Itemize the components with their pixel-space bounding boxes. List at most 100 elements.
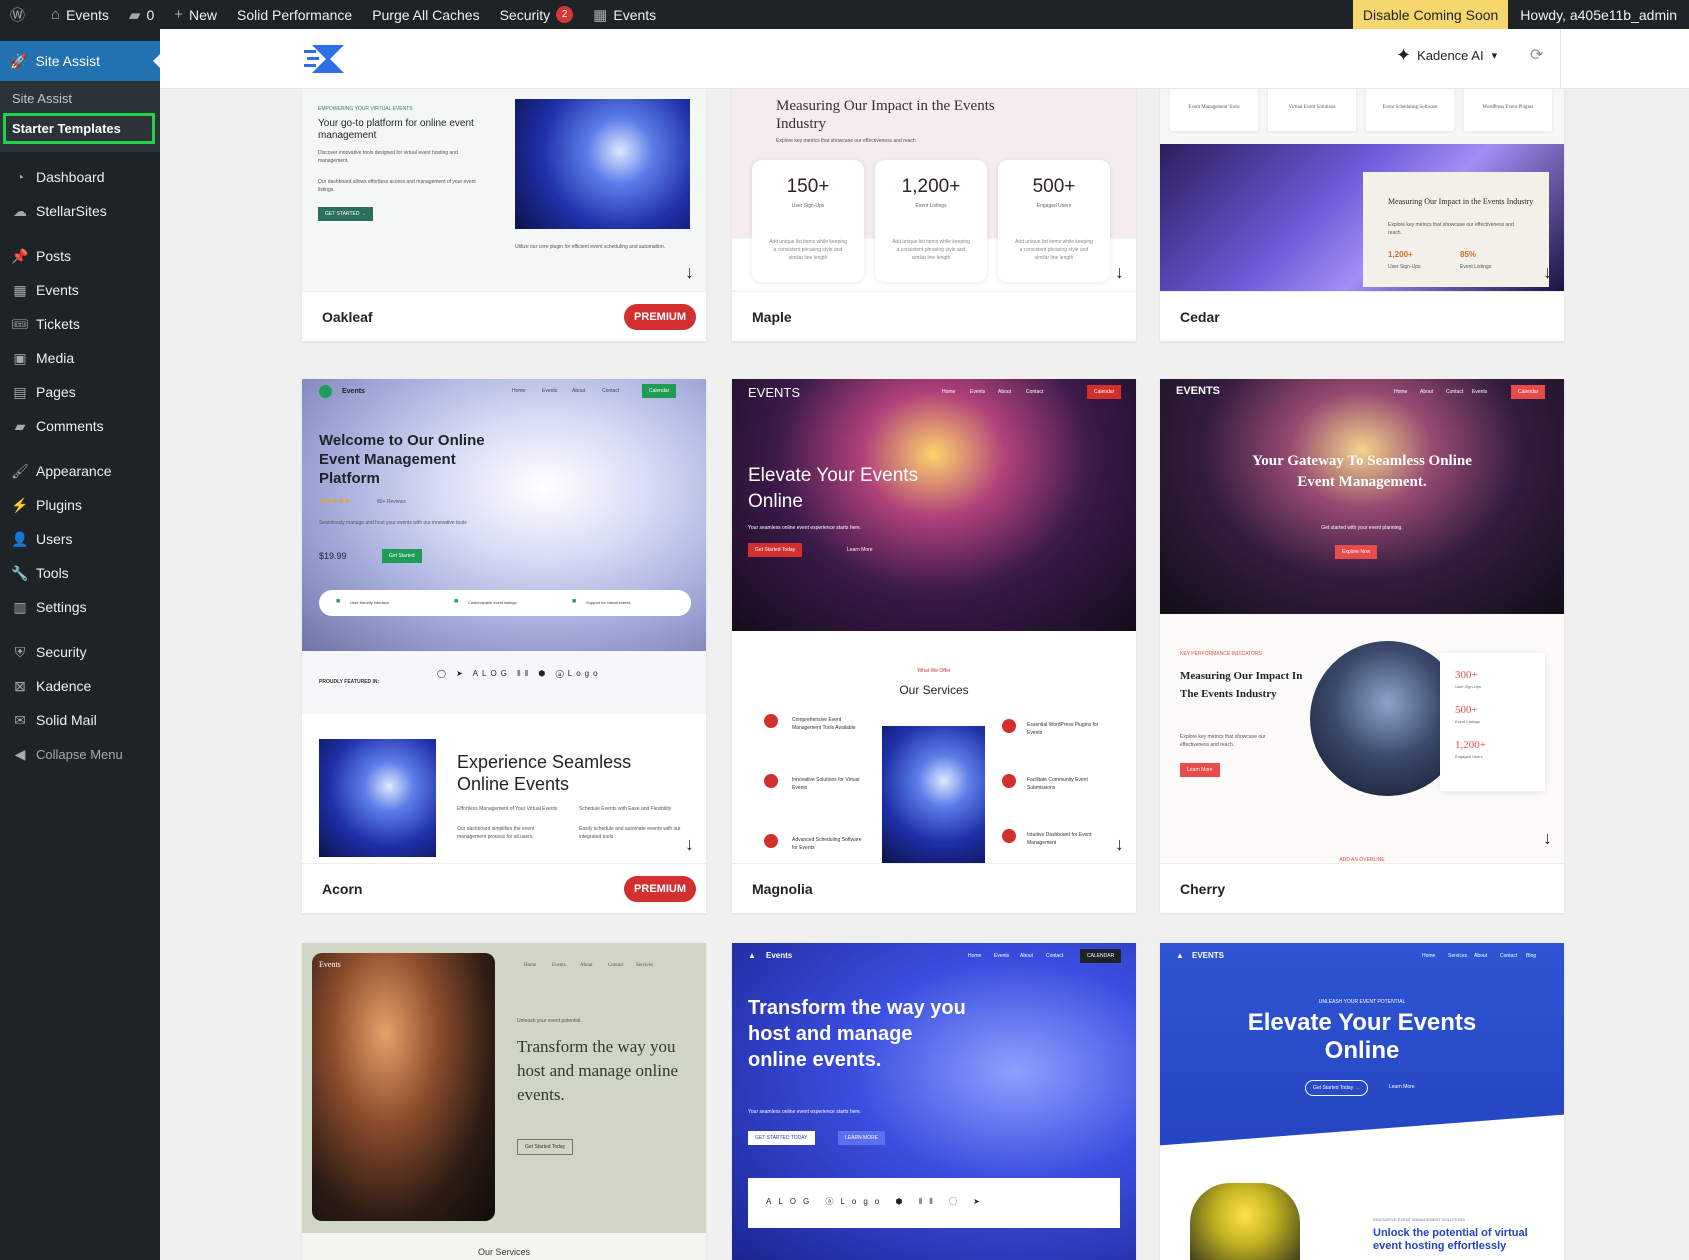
comments-link[interactable]: ▰ 0 <box>119 0 164 29</box>
service-item: Innovative Solutions for Virtual Events <box>792 777 860 791</box>
preview-cta: Get Started Today <box>517 1139 574 1155</box>
brand-logo-icon <box>319 385 332 398</box>
menu-item-posts[interactable]: 📌 Posts <box>0 239 160 273</box>
preview-body: Seamlessly manage and host your events w… <box>319 520 467 526</box>
solid-performance-link[interactable]: Solid Performance <box>227 0 362 29</box>
nav-link: About <box>1020 953 1034 959</box>
collapse-menu-button[interactable]: ◀ Collapse Menu <box>0 737 160 771</box>
menu-label: Settings <box>36 599 87 615</box>
preview-cta: GET STARTED → <box>318 207 373 221</box>
template-preview[interactable]: Event Management Tools Virtual Event Solu… <box>1160 89 1564 291</box>
partner-logos-icon: ALOG ⓐLogo ⬢ ⦀⦀ ◯ ➤ <box>766 1197 987 1206</box>
preview-cta-secondary: Learn More <box>847 547 873 553</box>
menu-item-kadence[interactable]: ⊠ Kadence <box>0 669 160 703</box>
solid-performance-label: Solid Performance <box>237 6 353 23</box>
menu-item-settings[interactable]: ▥ Settings <box>0 590 160 624</box>
nav-link: Events <box>994 953 1010 959</box>
template-preview[interactable]: Events Home Events About Contact Calendar W… <box>302 379 706 863</box>
template-preview[interactable]: Measuring Our Impact in the Events Indus… <box>732 89 1136 291</box>
disable-coming-soon-button[interactable]: Disable Coming Soon <box>1352 0 1509 29</box>
submenu-site-assist[interactable]: Site Assist <box>0 87 160 110</box>
service-item: Essential WordPress Plugins for Events <box>1027 722 1099 736</box>
preview-body: Discover innovative tools designed for v… <box>318 150 458 164</box>
user-account-menu[interactable]: Howdy, a405e11b_admin <box>1508 0 1689 29</box>
template-preview[interactable]: EMPOWERING YOUR VIRTUAL EVENTS Your go-t… <box>302 89 706 291</box>
stat-label: Engaged Users <box>1036 203 1072 209</box>
nav-link: Contact <box>1046 953 1064 959</box>
menu-site-assist[interactable]: 🚀 Site Assist <box>0 41 160 81</box>
template-card-magnolia[interactable]: EVENTS Home Events About Contact Calendar E… <box>732 379 1136 913</box>
home-icon: ⌂ <box>51 6 61 23</box>
menu-item-appearance[interactable]: 🖌 Appearance <box>0 454 160 488</box>
preview-headline: Your go-to platform for online event man… <box>318 118 474 141</box>
site-name-link[interactable]: ⌂ Events <box>41 0 119 29</box>
arrow-down-icon: ↓ <box>1543 828 1552 848</box>
wordpress-logo[interactable]: Ⓦ <box>0 0 41 29</box>
preview-image <box>515 99 690 229</box>
menu-item-comments[interactable]: ▰ Comments <box>0 409 160 443</box>
events-link[interactable]: ▦ Events <box>583 0 666 29</box>
template-card-row3-1[interactable]: Events Home Events About Contact Services Un… <box>302 943 706 1260</box>
template-card-acorn[interactable]: Events Home Events About Contact Calendar W… <box>302 379 706 913</box>
pin-icon: 📌 <box>11 247 29 264</box>
template-card-row3-2[interactable]: ▲ Events Home Events About Contact CALENDAR… <box>732 943 1136 1260</box>
template-card-cedar[interactable]: Event Management Tools Virtual Event Solu… <box>1160 89 1564 341</box>
column-title: Effortless Management of Your Virtual Ev… <box>457 806 558 812</box>
stat-value: 1,200+ <box>1455 739 1486 751</box>
menu-item-users[interactable]: 👤 Users <box>0 522 160 556</box>
service-icon <box>1002 774 1016 788</box>
menu-item-plugins[interactable]: ⚡ Plugins <box>0 488 160 522</box>
stat-label: User Sign-Ups <box>791 203 825 209</box>
nav-link: Contact <box>602 388 620 394</box>
nav-link: Services <box>1448 953 1468 959</box>
template-card-maple[interactable]: Measuring Our Impact in the Events Indus… <box>732 89 1136 341</box>
preview-headline: Your Gateway To Seamless Online Event Ma… <box>1252 453 1472 490</box>
stellarsites-icon: ☁ <box>13 202 27 219</box>
card-footer: Magnolia <box>732 863 1136 913</box>
menu-separator <box>0 443 160 454</box>
template-preview[interactable]: Events Home Events About Contact Services Un… <box>302 943 706 1260</box>
purge-caches-link[interactable]: Purge All Caches <box>362 0 489 29</box>
nav-link: Events <box>552 963 566 968</box>
preview-eyebrow: EMPOWERING YOUR VIRTUAL EVENTS <box>318 106 413 112</box>
menu-label: Solid Mail <box>36 712 97 728</box>
page-icon: ▤ <box>13 383 27 400</box>
kadence-ai-dropdown[interactable]: ✦ Kadence AI ▾ <box>1396 45 1497 66</box>
menu-item-dashboard[interactable]: ◔ Dashboard <box>0 160 160 194</box>
template-preview[interactable]: ▲ EVENTS Home Services About Contact Blog UN… <box>1160 943 1564 1260</box>
kadence-icon: ⊠ <box>14 677 26 694</box>
menu-item-security[interactable]: ⛨ Security <box>0 635 160 669</box>
icon-card-label: Event Scheduling Software <box>1382 105 1438 110</box>
template-grid: EMPOWERING YOUR VIRTUAL EVENTS Your go-t… <box>160 89 1689 1260</box>
menu-item-media[interactable]: ▣ Media <box>0 341 160 375</box>
refresh-icon[interactable]: ⟳ <box>1530 45 1543 65</box>
template-preview[interactable]: EVENTS Home About Contact Events Calendar Y… <box>1160 379 1564 863</box>
new-content-link[interactable]: + New <box>164 0 227 29</box>
preview-brand: EVENTS <box>1176 385 1221 397</box>
template-preview[interactable]: ▲ Events Home Events About Contact CALENDAR… <box>732 943 1136 1260</box>
card-footer: Oakleaf PREMIUM <box>302 291 706 341</box>
column-body: Easily schedule and automate events with… <box>579 826 681 840</box>
preview-sub: Your seamless online event experience st… <box>748 525 862 531</box>
feature-icon: ■ <box>454 598 459 605</box>
menu-item-solid-mail[interactable]: ✉ Solid Mail <box>0 703 160 737</box>
template-card-oakleaf[interactable]: EMPOWERING YOUR VIRTUAL EVENTS Your go-t… <box>302 89 706 341</box>
preview-sub-eyebrow: INNOVATIVE EVENT MANAGEMENT SOLUTIONS <box>1373 1217 1465 1222</box>
preview-headline: Elevate Your Events Online <box>748 465 919 512</box>
preview-headline: Measuring Our Impact in the Events Indus… <box>776 98 995 132</box>
template-preview[interactable]: EVENTS Home Events About Contact Calendar E… <box>732 379 1136 863</box>
menu-item-tools[interactable]: 🔧 Tools <box>0 556 160 590</box>
preview-section-cta: Learn More <box>1180 763 1220 777</box>
nav-link: Home <box>512 388 526 394</box>
menu-item-events[interactable]: ▦ Events <box>0 273 160 307</box>
menu-item-stellarsites[interactable]: ☁ StellarSites <box>0 194 160 228</box>
menu-label: Comments <box>36 418 104 434</box>
template-name: Acorn <box>322 880 363 897</box>
submenu-starter-templates[interactable]: Starter Templates <box>3 113 155 144</box>
template-card-cherry[interactable]: EVENTS Home About Contact Events Calendar Y… <box>1160 379 1564 913</box>
menu-item-pages[interactable]: ▤ Pages <box>0 375 160 409</box>
brand-triangle-icon: ▲ <box>748 951 756 960</box>
template-card-row3-3[interactable]: ▲ EVENTS Home Services About Contact Blog UN… <box>1160 943 1564 1260</box>
security-link[interactable]: Security 2 <box>490 0 584 29</box>
menu-item-tickets[interactable]: 🎟 Tickets <box>0 307 160 341</box>
